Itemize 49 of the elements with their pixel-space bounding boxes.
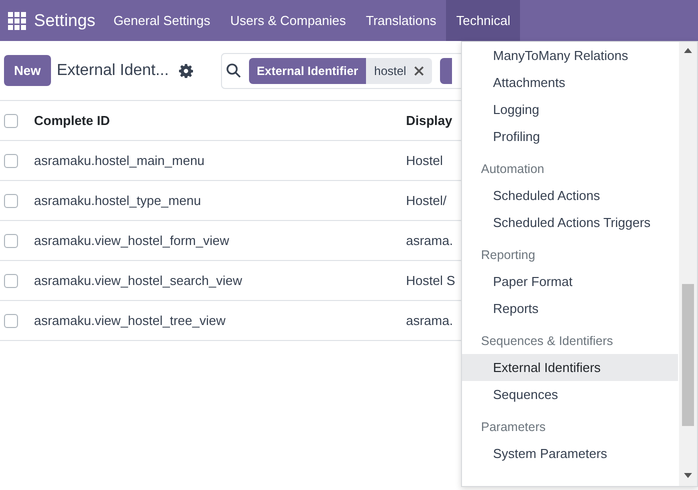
scroll-up-icon[interactable] [684,48,692,53]
menu-item[interactable]: System Parameters [462,440,678,467]
column-header[interactable]: Display [406,110,452,130]
menu-section-header: Automation [480,161,546,178]
menu-item[interactable]: Reports [462,295,678,322]
row-checkbox[interactable] [4,154,18,168]
new-button[interactable]: New [4,54,51,86]
table-cell-text: asramaku.hostel_type_menu [34,192,202,210]
menu-item[interactable]: Sequences [462,381,678,408]
table-cell-text: Hostel/ [406,192,446,210]
table-cell-text: asramaku.view_hostel_search_view [34,272,244,290]
row-checkbox[interactable] [4,274,18,288]
menu-item[interactable]: Scheduled Actions Triggers [462,209,678,236]
scrollbar[interactable] [679,42,697,486]
menu-item[interactable]: Scheduled Actions [462,182,678,209]
app-title: Settings [34,10,96,32]
table-cell-text: Hostel [406,152,443,170]
column-header[interactable]: Complete ID [34,110,406,130]
scroll-down-icon[interactable] [684,473,692,478]
table-cell-text: Hostel S [406,272,456,290]
menu-item[interactable]: Paper Format [462,268,678,295]
menu-tab[interactable]: Users & Companies [220,0,356,41]
menu-item[interactable]: External Identifiers [462,354,678,381]
menu-section-header: Parameters [480,419,547,436]
select-all-checkbox[interactable] [4,114,18,128]
table-cell-text: asramaku.view_hostel_form_view [34,232,230,250]
table-cell-text: asramaku.view_hostel_tree_view [34,312,226,330]
menu-tab[interactable]: General Settings [103,0,220,41]
table-cell-text: asramaku.hostel_main_menu [34,152,206,170]
table-cell-text: asrama. [406,312,453,330]
settings-icon[interactable] [178,64,193,78]
menu-item[interactable]: Profiling [462,123,678,150]
row-checkbox[interactable] [4,314,18,328]
search-icon [226,63,241,78]
filter-facet-value: hostel [374,62,406,80]
close-icon[interactable] [414,66,424,76]
table-cell-text: asrama. [406,232,453,250]
row-checkbox[interactable] [4,234,18,248]
menu-section-header: Sequences & Identifiers [480,333,614,350]
menu-item[interactable]: Logging [462,96,678,123]
menu-tab[interactable]: Translations [356,0,446,41]
row-checkbox[interactable] [4,194,18,208]
breadcrumb-title: External Ident... [56,60,169,80]
filter-facet [440,58,452,84]
apps-menu-icon[interactable] [8,12,26,30]
scrollbar-thumb[interactable] [682,284,694,426]
menu-section-header: Reporting [480,247,536,264]
menu-tab[interactable]: Technical [446,0,520,41]
filter-facet-label: External Identifier [248,58,366,84]
